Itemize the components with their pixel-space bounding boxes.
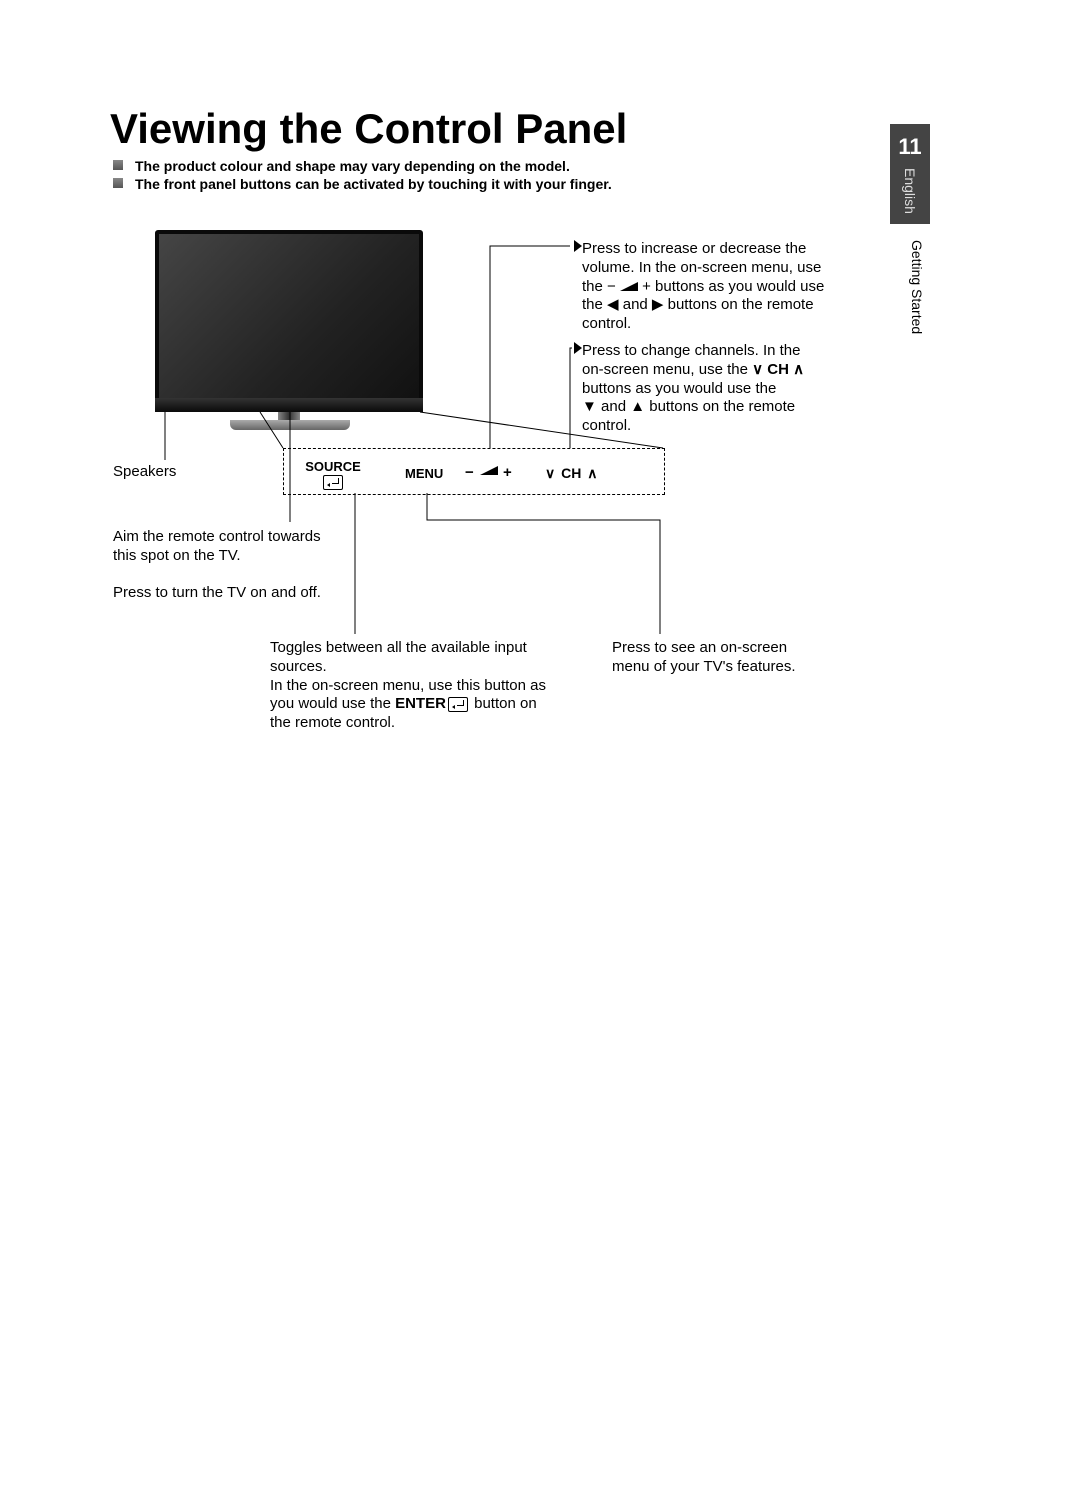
menu-desc: Press to see an on-screen menu of your T… (612, 639, 832, 677)
note-2: The front panel buttons can be activated… (135, 176, 612, 192)
volume-ramp-icon (620, 282, 638, 291)
bullet-icon (113, 178, 123, 188)
tv-stand (230, 420, 350, 430)
vol-plus-label: + (503, 464, 512, 481)
tv-screen-illustration (155, 230, 423, 406)
section-label: Getting Started (909, 240, 925, 334)
source-text: SOURCE (305, 459, 361, 474)
source-desc: Toggles between all the available input … (270, 639, 590, 733)
note-1: The product colour and shape may vary de… (135, 158, 570, 174)
menu-label: MENU (405, 466, 443, 481)
ch-down-icon: ∨ (545, 465, 555, 481)
ch-up-icon: ∧ (587, 465, 597, 481)
volume-desc: Press to increase or decrease the volume… (582, 240, 872, 334)
note-2-text: The front panel buttons can be activated… (135, 176, 612, 192)
page-number: 11 (890, 124, 930, 160)
enter-icon (323, 475, 343, 490)
vol-minus-label: − (465, 464, 474, 481)
bullet-icon (113, 160, 123, 170)
source-label: SOURCE (303, 459, 363, 490)
channel-desc: Press to change channels. In the on-scre… (582, 342, 872, 436)
speakers-label: Speakers (113, 463, 176, 482)
ch-group-label: ∨ CH ∧ (545, 465, 598, 482)
volume-ramp-icon (480, 466, 498, 475)
remote-power-desc: Aim the remote control towards this spot… (113, 528, 363, 603)
manual-page: Viewing the Control Panel The product co… (0, 0, 1080, 1488)
note-1-text: The product colour and shape may vary de… (135, 158, 570, 174)
page-title: Viewing the Control Panel (110, 105, 627, 153)
enter-icon (448, 697, 468, 712)
language-label: English (902, 168, 918, 214)
ch-text: CH (561, 465, 581, 481)
tv-bezel (155, 398, 423, 412)
page-tab: 11 English (890, 124, 930, 224)
